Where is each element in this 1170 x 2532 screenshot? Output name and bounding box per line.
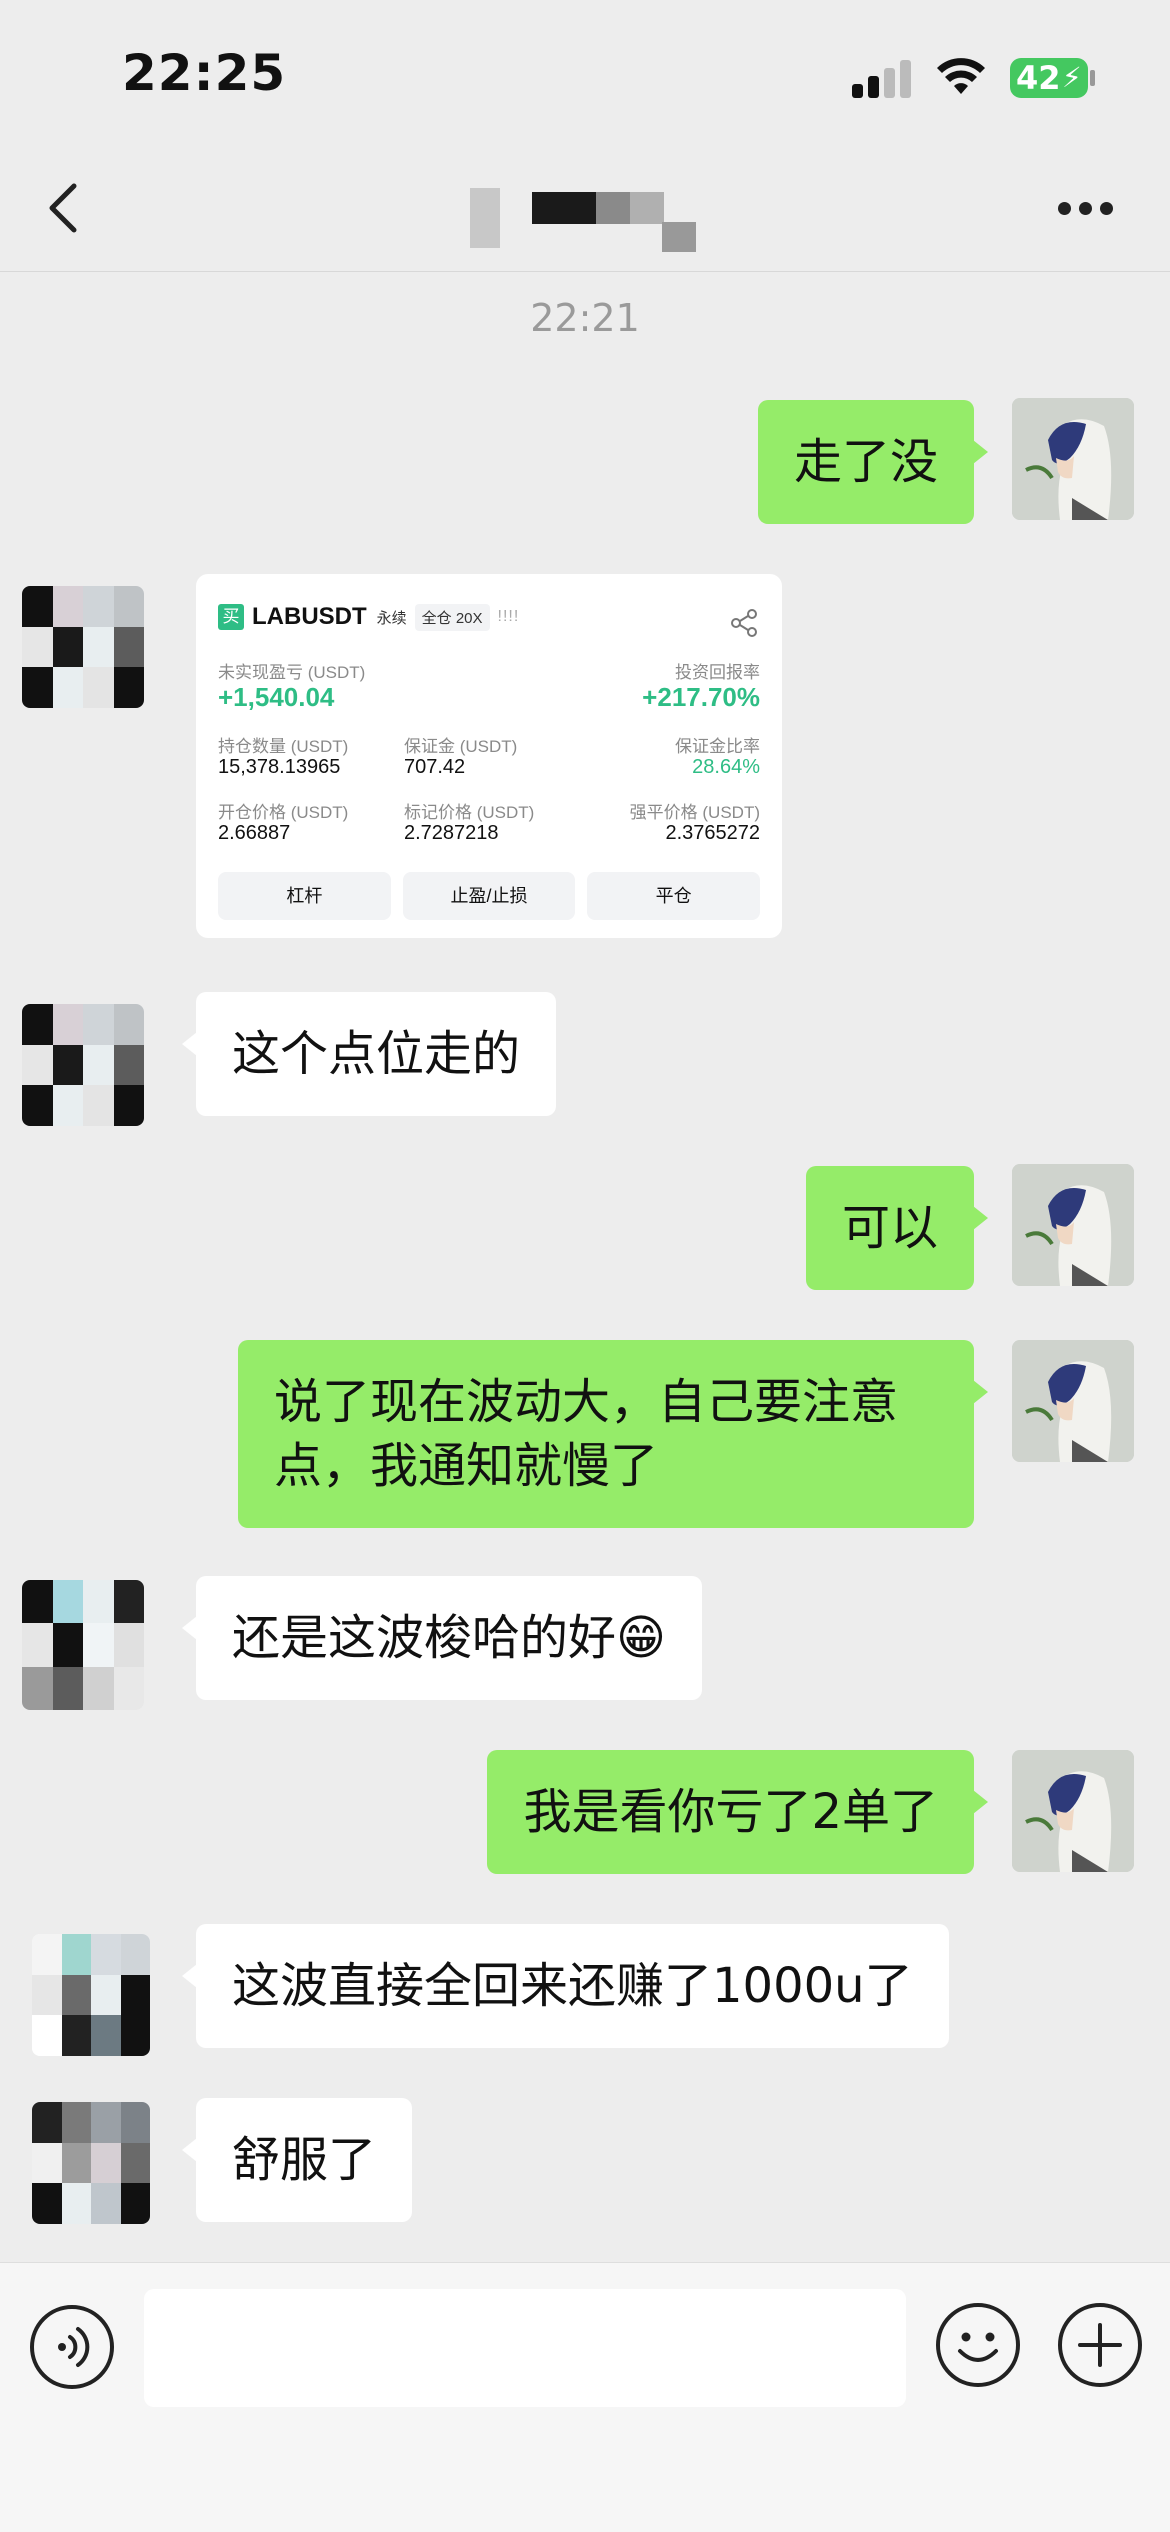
more-actions-button[interactable] [1058,2303,1142,2387]
message-row: 舒服了 [0,2098,1170,2228]
roi-label: 投资回报率 [675,663,760,682]
trade-position-card[interactable]: 买 LABUSDT 永续 全仓 20X !!!! 未实现盈亏 (USDT) 投资… [196,574,782,938]
voice-icon [58,2327,90,2367]
message-timestamp: 22:21 [530,296,640,340]
chat-input-bar [0,2262,1170,2532]
self-avatar[interactable] [1012,1340,1134,1462]
margin-value: 707.42 [404,756,466,778]
charging-bolt-icon: ⚡ [1062,61,1082,94]
message-bubble-other[interactable]: 这波直接全回来还赚了1000u了 [182,1924,949,2048]
self-avatar[interactable] [1012,398,1134,520]
tp-sl-button[interactable]: 止盈/止损 [402,872,576,920]
side-badge: 买 [218,604,244,630]
status-bar: 22:25 42 ⚡ [0,0,1170,150]
trade-card-actions: 杠杆 止盈/止损 平仓 [218,872,761,920]
message-row: 我是看你亏了2单了 [0,1750,1170,1876]
position-size-label: 持仓数量 (USDT) [218,737,349,756]
contact-avatar-redacted[interactable] [32,1934,150,2056]
status-time: 22:25 [122,44,287,102]
contact-avatar-redacted[interactable] [22,1580,144,1710]
unrealized-pnl-value: +1,540.04 [218,682,335,712]
self-avatar[interactable] [1012,1164,1134,1286]
contact-name-redacted [470,170,700,252]
battery-icon: 42 ⚡ [1010,58,1088,98]
message-row: 说了现在波动大，自己要注意点，我通知就慢了 [0,1340,1170,1530]
leverage-indicator: !!!! [497,608,520,625]
margin-mode-tag: 全仓 20X [414,603,490,631]
message-row: 可以 [0,1164,1170,1290]
share-icon[interactable] [730,608,760,638]
message-bubble-self[interactable]: 说了现在波动大，自己要注意点，我通知就慢了 [238,1340,988,1528]
plus-icon [1078,2323,1122,2367]
margin-ratio-value: 28.64% [692,756,760,778]
message-row: 这波直接全回来还赚了1000u了 [0,1924,1170,2056]
message-bubble-self[interactable]: 我是看你亏了2单了 [487,1750,988,1874]
liquidation-price-value: 2.3765272 [665,822,760,844]
emoji-button[interactable] [936,2303,1020,2387]
margin-label: 保证金 (USDT) [404,737,518,756]
trade-card-stats: 未实现盈亏 (USDT) 投资回报率 +1,540.04 +217.70% 持仓… [218,658,760,858]
perpetual-tag: 永续 [376,609,407,627]
message-row: 还是这波梭哈的好😁 [0,1576,1170,1710]
roi-value: +217.70% [642,682,760,712]
message-bubble-other[interactable]: 舒服了 [181,2098,413,2222]
hooded-character-icon [1012,1164,1134,1286]
margin-ratio-label: 保证金比率 [675,737,760,756]
contact-avatar-redacted[interactable] [22,1004,144,1126]
message-input[interactable] [144,2289,906,2407]
voice-input-button[interactable] [30,2305,114,2389]
contact-avatar-redacted[interactable] [32,2102,150,2224]
wifi-icon [937,58,985,94]
message-bubble-other[interactable]: 这个点位走的 [181,992,557,1116]
battery-cap [1090,70,1095,86]
emoji-icon [958,2332,998,2362]
hooded-character-icon [1012,1340,1134,1462]
hooded-character-icon [1012,1750,1134,1872]
contact-avatar-redacted[interactable] [22,586,144,708]
battery-level: 42 [1016,59,1061,97]
mark-price-label: 标记价格 (USDT) [404,803,535,822]
hooded-character-icon [1012,398,1134,520]
message-bubble-other[interactable]: 还是这波梭哈的好😁 [181,1576,703,1700]
trade-card-header: 买 LABUSDT 永续 全仓 20X !!!! [218,600,760,634]
message-row: 这个点位走的 [0,992,1170,1126]
chat-header [0,150,1170,272]
message-bubble-self[interactable]: 走了没 [757,400,989,524]
leverage-button[interactable]: 杠杆 [218,872,391,920]
message-row: 走了没 [0,398,1170,524]
mark-price-value: 2.7287218 [404,822,499,844]
entry-price-label: 开仓价格 (USDT) [218,803,349,822]
more-options-icon[interactable] [1058,202,1114,218]
liquidation-price-label: 强平价格 (USDT) [629,803,760,822]
symbol: LABUSDT [252,603,367,630]
unrealized-pnl-label: 未实现盈亏 (USDT) [218,663,366,682]
self-avatar[interactable] [1012,1750,1134,1872]
entry-price-value: 2.66887 [218,822,291,844]
back-chevron-icon[interactable] [44,178,84,238]
message-bubble-self[interactable]: 可以 [805,1166,989,1290]
cellular-signal-icon [852,60,914,98]
position-size-value: 15,378.13965 [218,756,341,778]
close-position-button[interactable]: 平仓 [587,872,761,920]
